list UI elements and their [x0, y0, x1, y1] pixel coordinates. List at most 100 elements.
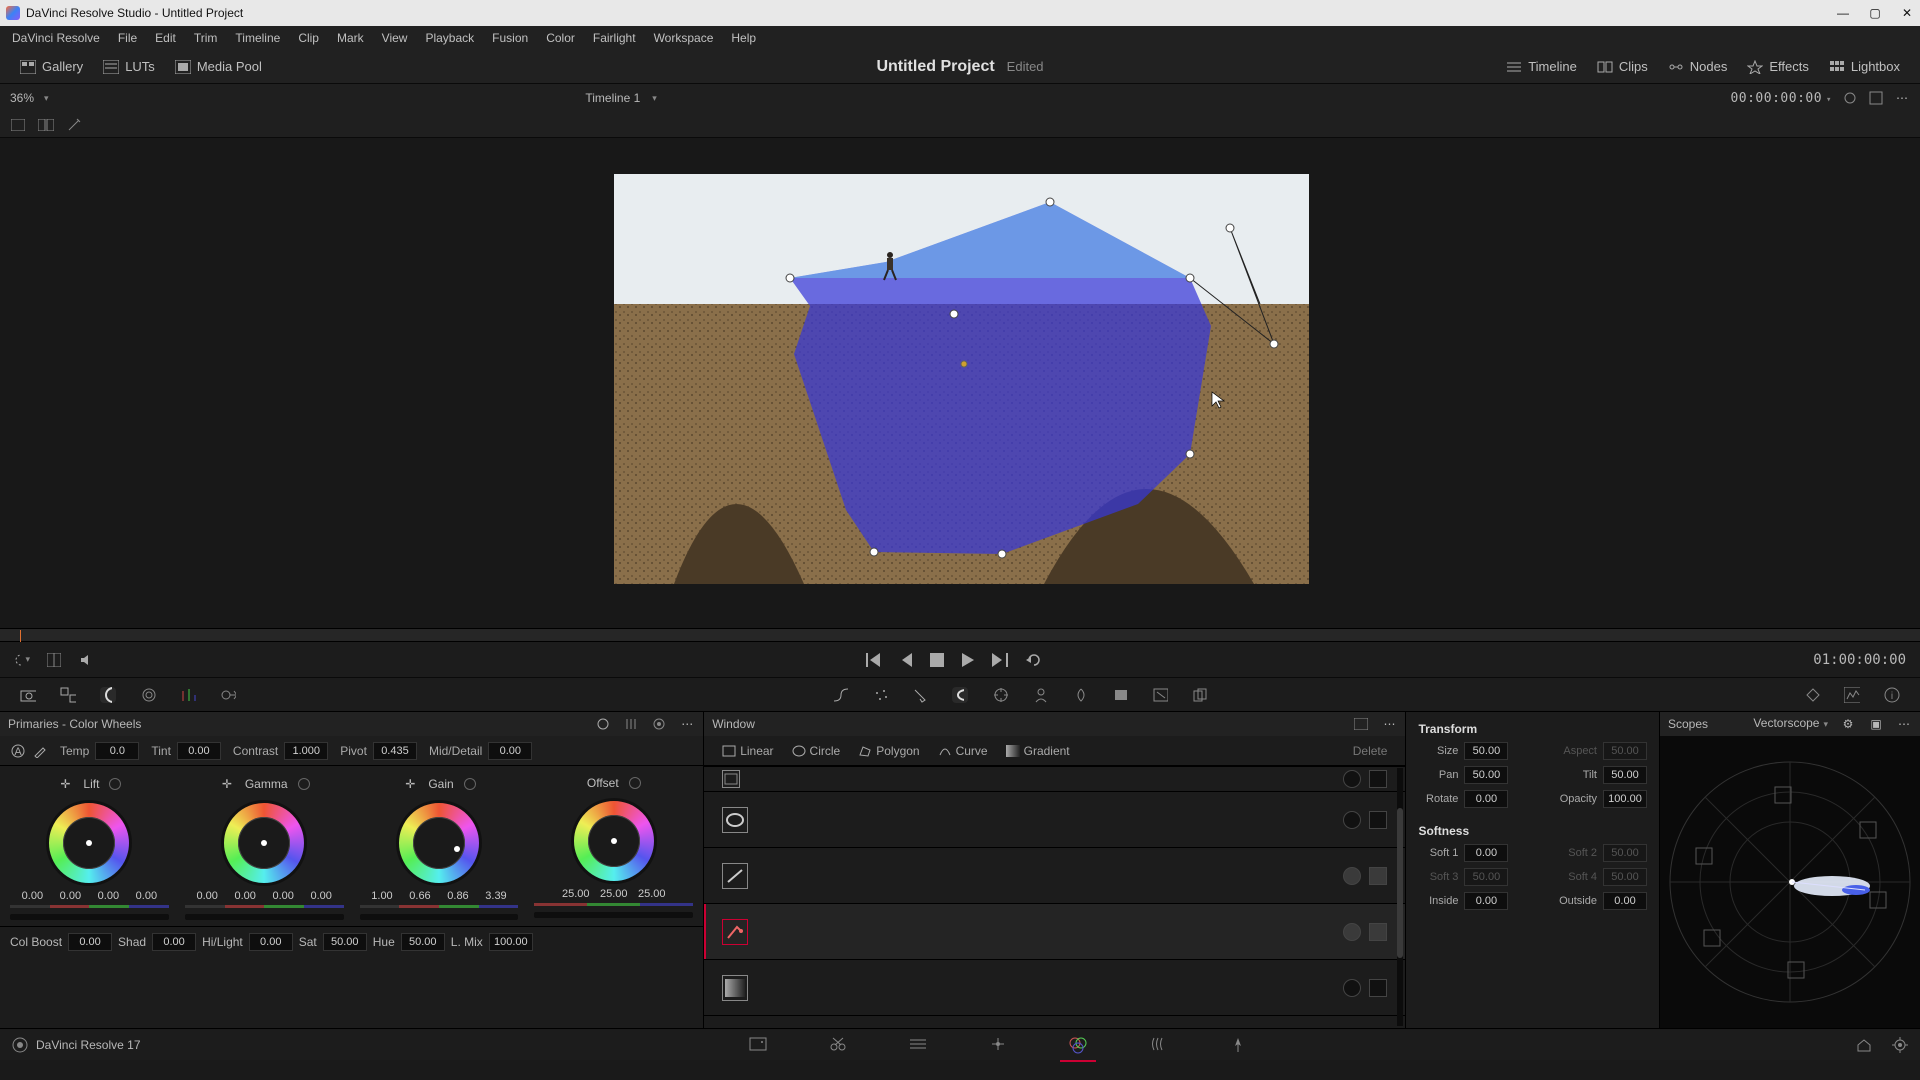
temp-value[interactable]: 0.0	[95, 742, 139, 760]
soft1-value[interactable]: 0.00	[1464, 844, 1508, 862]
hue-value[interactable]: 50.00	[401, 933, 445, 951]
sat-value[interactable]: 50.00	[323, 933, 367, 951]
mask-toggle[interactable]	[1343, 770, 1361, 788]
scope-settings-icon[interactable]: ⚙	[1840, 716, 1856, 732]
mute-icon[interactable]	[78, 652, 94, 668]
qualifier-icon[interactable]	[912, 687, 928, 703]
blur-icon[interactable]	[1072, 687, 1088, 703]
window-list-scrollbar[interactable]	[1397, 768, 1403, 1026]
camera-raw-icon[interactable]	[20, 687, 36, 703]
pivot-value[interactable]: 0.435	[373, 742, 417, 760]
menu-color[interactable]: Color	[538, 29, 583, 47]
menu-view[interactable]: View	[374, 29, 416, 47]
project-settings-button[interactable]	[1892, 1037, 1908, 1053]
more-icon[interactable]: ⋯	[1381, 716, 1397, 732]
more-icon[interactable]: ⋯	[1896, 716, 1912, 732]
fusion-page-button[interactable]	[988, 1036, 1008, 1054]
expand-icon[interactable]	[1868, 90, 1884, 106]
motion-effects-icon[interactable]	[220, 687, 236, 703]
primaries-bars-mode-icon[interactable]	[623, 716, 639, 732]
outside-value[interactable]: 0.00	[1603, 892, 1647, 910]
window-row-circle[interactable]	[704, 792, 1405, 848]
opacity-value[interactable]: 100.00	[1603, 790, 1647, 808]
more-icon[interactable]: ⋯	[679, 716, 695, 732]
gallery-toggle[interactable]: Gallery	[10, 55, 93, 78]
size-value[interactable]: 50.00	[1464, 742, 1508, 760]
cut-page-button[interactable]	[828, 1036, 848, 1054]
onscreen-controls-icon[interactable]	[14, 652, 30, 668]
minimize-button[interactable]: —	[1836, 6, 1850, 20]
color-match-icon[interactable]	[60, 687, 76, 703]
lift-master-slider[interactable]	[10, 914, 169, 920]
prev-frame-button[interactable]	[900, 653, 912, 667]
window-row-curve[interactable]	[704, 904, 1405, 960]
dual-view-icon[interactable]	[38, 117, 54, 133]
auto-balance-icon[interactable]: A	[10, 743, 26, 759]
mask-toggle[interactable]	[1343, 867, 1361, 885]
timeline-selector[interactable]: Timeline 1	[585, 91, 656, 105]
window-row-gradient[interactable]	[704, 960, 1405, 1016]
add-gradient-button[interactable]: Gradient	[998, 741, 1078, 761]
mediapool-toggle[interactable]: Media Pool	[165, 55, 272, 78]
magic-mask-icon[interactable]	[1032, 687, 1048, 703]
gain-reset-button[interactable]	[464, 778, 476, 790]
window-row-polygon[interactable]	[704, 848, 1405, 904]
invert-toggle[interactable]	[1369, 867, 1387, 885]
tilt-value[interactable]: 50.00	[1603, 766, 1647, 784]
rgb-mixer-icon[interactable]	[180, 687, 196, 703]
deliver-page-button[interactable]	[1228, 1036, 1248, 1054]
color-warper-icon[interactable]	[872, 687, 888, 703]
split-screen-icon[interactable]	[46, 652, 62, 668]
gain-target-icon[interactable]: ✛	[402, 776, 418, 792]
menu-fusion[interactable]: Fusion	[484, 29, 536, 47]
lift-wheel[interactable]	[46, 800, 132, 886]
invert-toggle[interactable]	[1369, 923, 1387, 941]
timecode-display[interactable]: 00:00:00:00	[1730, 91, 1832, 106]
rotate-value[interactable]: 0.00	[1464, 790, 1508, 808]
viewer-scrubber[interactable]	[0, 628, 1920, 642]
offset-wheel[interactable]	[571, 798, 657, 884]
tint-value[interactable]: 0.00	[177, 742, 221, 760]
contrast-value[interactable]: 1.000	[284, 742, 328, 760]
menu-fairlight[interactable]: Fairlight	[585, 29, 644, 47]
menu-help[interactable]: Help	[723, 29, 764, 47]
sizing-icon[interactable]	[1152, 687, 1168, 703]
scope-type[interactable]: Vectorscope	[1753, 716, 1828, 732]
single-view-icon[interactable]	[10, 117, 26, 133]
mask-toggle[interactable]	[1343, 979, 1361, 997]
bypass-icon[interactable]	[1842, 90, 1858, 106]
invert-toggle[interactable]	[1369, 979, 1387, 997]
gamma-target-icon[interactable]: ✛	[219, 776, 235, 792]
primaries-icon[interactable]	[100, 687, 116, 703]
color-page-button[interactable]	[1068, 1036, 1088, 1054]
gamma-wheel[interactable]	[221, 800, 307, 886]
shad-value[interactable]: 0.00	[152, 933, 196, 951]
lmix-value[interactable]: 100.00	[489, 933, 533, 951]
lift-target-icon[interactable]: ✛	[57, 776, 73, 792]
info-icon[interactable]: i	[1884, 687, 1900, 703]
keyframe-icon[interactable]	[1804, 687, 1820, 703]
mask-toggle[interactable]	[1343, 811, 1361, 829]
menu-workspace[interactable]: Workspace	[646, 29, 722, 47]
gain-wheel[interactable]	[396, 800, 482, 886]
add-polygon-button[interactable]: Polygon	[850, 741, 927, 761]
tracker-icon[interactable]	[992, 687, 1008, 703]
pick-white-icon[interactable]	[32, 743, 48, 759]
window-preset-icon[interactable]	[1353, 716, 1369, 732]
clips-toggle[interactable]: Clips	[1587, 55, 1658, 78]
nodes-toggle[interactable]: Nodes	[1658, 55, 1738, 78]
scopes-icon[interactable]	[1844, 687, 1860, 703]
gamma-reset-button[interactable]	[298, 778, 310, 790]
lightbox-toggle[interactable]: Lightbox	[1819, 55, 1910, 78]
invert-toggle[interactable]	[1369, 770, 1387, 788]
add-linear-button[interactable]: Linear	[714, 741, 781, 761]
gamma-master-slider[interactable]	[185, 914, 344, 920]
scope-expand-icon[interactable]: ▣	[1868, 716, 1884, 732]
play-button[interactable]	[962, 653, 974, 667]
edit-page-button[interactable]	[908, 1036, 928, 1054]
window-row-linear[interactable]	[704, 766, 1405, 792]
lift-reset-button[interactable]	[109, 778, 121, 790]
offset-reset-button[interactable]	[629, 777, 641, 789]
colboost-value[interactable]: 0.00	[68, 933, 112, 951]
loop-button[interactable]	[1026, 653, 1042, 667]
